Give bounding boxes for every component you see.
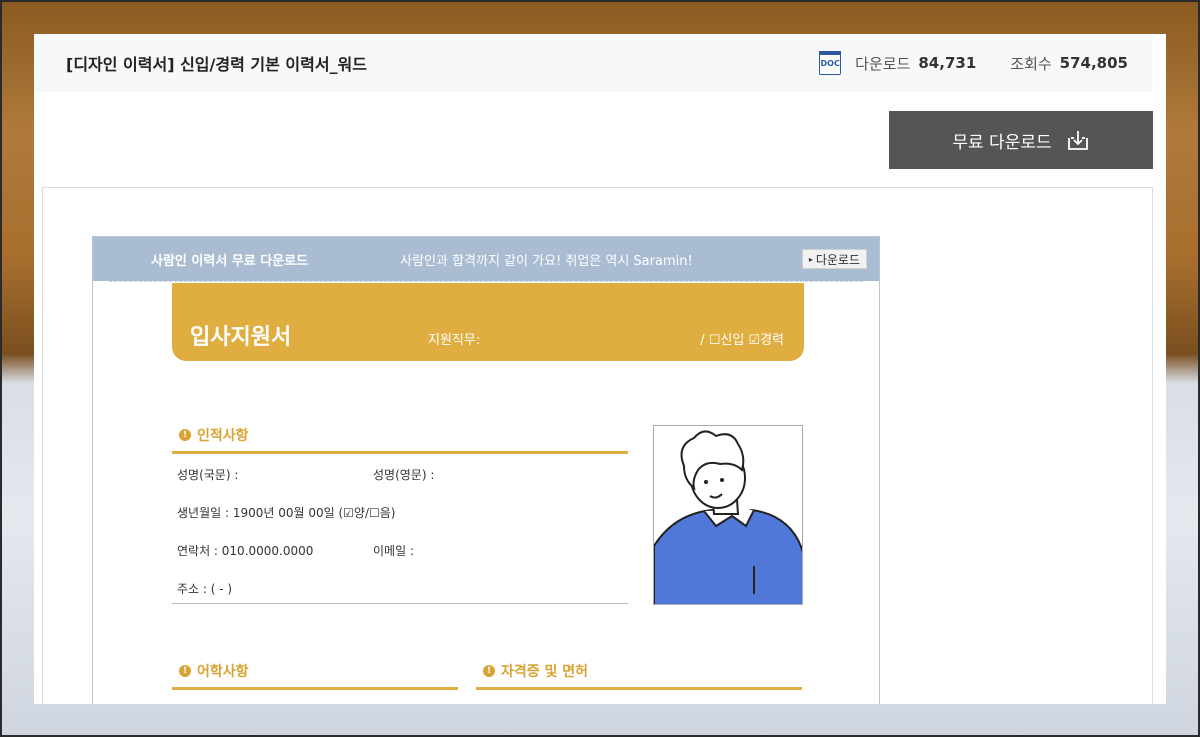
bullet-icon: ! bbox=[179, 429, 191, 441]
download-count-label: 다운로드 bbox=[855, 54, 911, 73]
license-section-title: ! 자격증 및 면허 bbox=[483, 661, 588, 681]
banner-divider bbox=[109, 281, 863, 282]
saramin-banner: 사람인 이력서 무료 다운로드 사람인과 합격까지 같이 가요! 취업은 역시 … bbox=[93, 237, 879, 281]
language-section-label: 어학사항 bbox=[197, 664, 249, 680]
name-kr-field: 성명(국문) : bbox=[177, 468, 239, 482]
caret-right-icon: ▸ bbox=[808, 254, 813, 264]
views-count: 574,805 bbox=[1059, 54, 1128, 72]
resume-detail-page: [디자인 이력서] 신입/경력 기본 이력서_워드 DOC 다운로드 84,73… bbox=[34, 34, 1166, 704]
form-header: 입사지원서 지원직무: / ☐신입 ☑경력 bbox=[172, 283, 804, 361]
resume-preview: 사람인 이력서 무료 다운로드 사람인과 합격까지 같이 가요! 취업은 역시 … bbox=[42, 187, 1153, 704]
personal-section-label: 인적사항 bbox=[197, 428, 249, 444]
download-count: 84,731 bbox=[918, 54, 977, 72]
form-title: 입사지원서 bbox=[190, 325, 292, 350]
job-field-label: 지원직무: bbox=[428, 333, 481, 348]
page-title: [디자인 이력서] 신입/경력 기본 이력서_워드 bbox=[66, 55, 367, 74]
avatar-illustration-icon bbox=[654, 430, 802, 604]
stats: DOC 다운로드 84,731 조회수 574,805 bbox=[819, 51, 1128, 75]
address-field: 주소 : ( - ) bbox=[177, 582, 233, 596]
language-section-rule bbox=[172, 687, 458, 690]
banner-download-button[interactable]: ▸ 다운로드 bbox=[801, 249, 867, 269]
personal-section-bottom-rule bbox=[172, 603, 628, 604]
banner-title: 사람인 이력서 무료 다운로드 bbox=[151, 253, 309, 269]
email-field: 이메일 : bbox=[373, 544, 414, 558]
views-label: 조회수 bbox=[1010, 54, 1052, 73]
status-options: / ☐신입 ☑경력 bbox=[700, 333, 784, 348]
download-icon bbox=[1067, 131, 1088, 150]
bullet-icon: ! bbox=[483, 665, 495, 677]
personal-section-title: ! 인적사항 bbox=[179, 425, 249, 445]
license-section-label: 자격증 및 면허 bbox=[501, 664, 589, 680]
banner-slogan: 사람인과 합격까지 같이 가요! 취업은 역시 Saramin! bbox=[400, 253, 693, 269]
bullet-icon: ! bbox=[179, 665, 191, 677]
phone-field: 연락처 : 010.0000.0000 bbox=[177, 544, 314, 558]
free-download-label: 무료 다운로드 bbox=[952, 132, 1052, 153]
birth-field: 생년월일 : 1900년 00월 00일 (☑양/☐음) bbox=[177, 506, 396, 520]
language-section-title: ! 어학사항 bbox=[179, 661, 249, 681]
banner-download-label: 다운로드 bbox=[815, 252, 860, 267]
resume-document: 사람인 이력서 무료 다운로드 사람인과 합격까지 같이 가요! 취업은 역시 … bbox=[92, 236, 880, 704]
personal-section-rule bbox=[172, 451, 628, 454]
license-section-rule bbox=[476, 687, 802, 690]
free-download-button[interactable]: 무료 다운로드 bbox=[889, 111, 1153, 169]
doc-file-icon: DOC bbox=[819, 51, 842, 75]
name-en-field: 성명(영문) : bbox=[373, 468, 435, 482]
header-bar: [디자인 이력서] 신입/경력 기본 이력서_워드 DOC 다운로드 84,73… bbox=[34, 34, 1152, 92]
profile-photo bbox=[653, 425, 803, 605]
